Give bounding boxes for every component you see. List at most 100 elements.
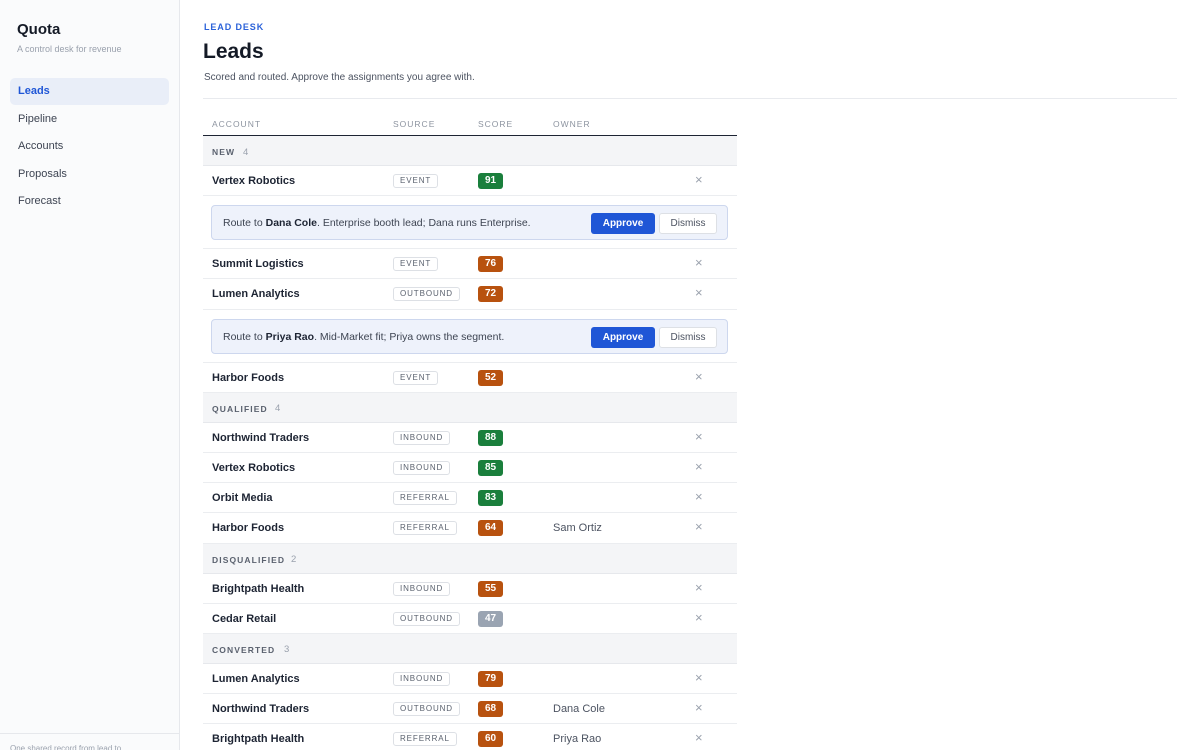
close-icon[interactable]: × <box>695 730 703 745</box>
close-icon[interactable]: × <box>695 670 703 685</box>
sidebar-item-leads[interactable]: Leads <box>10 78 169 105</box>
source-badge: OUTBOUND <box>393 287 460 302</box>
source-badge: OUTBOUND <box>393 611 460 626</box>
routing-suggestion-row: Route to Priya Rao. Mid-Market fit; Priy… <box>203 310 737 363</box>
close-icon[interactable]: × <box>695 489 703 504</box>
column-header-score[interactable]: SCORE <box>478 119 513 129</box>
source-badge: REFERRAL <box>393 491 457 506</box>
sidebar-item-proposals[interactable]: Proposals <box>10 161 169 188</box>
table-row[interactable]: Vertex Robotics EVENT 91 × <box>203 166 737 197</box>
table-row[interactable]: Brightpath Health INBOUND 55 × <box>203 574 737 604</box>
account-name[interactable]: Orbit Media <box>212 492 273 504</box>
group-count: 2 <box>291 554 297 565</box>
source-badge: EVENT <box>393 174 439 188</box>
group-name: CONVERTED <box>212 644 276 655</box>
sidebar-item-accounts[interactable]: Accounts <box>10 133 169 160</box>
close-icon[interactable]: × <box>695 519 703 534</box>
dismiss-button[interactable]: Dismiss <box>659 326 717 348</box>
close-icon[interactable]: × <box>695 285 703 300</box>
suggestion-text: Route to Priya Rao. Mid-Market fit; Priy… <box>223 331 504 343</box>
app-tagline: A control desk for revenue <box>17 44 122 54</box>
close-icon[interactable]: × <box>695 369 703 384</box>
group-count: 4 <box>275 403 281 415</box>
table-row[interactable]: Cedar Retail OUTBOUND 47 × <box>203 604 737 634</box>
group-name: NEW <box>212 147 236 157</box>
table-row[interactable]: Vertex Robotics INBOUND 85 × <box>203 453 737 484</box>
suggested-owner: Dana Cole <box>265 217 317 230</box>
suggestion-text: Route to Dana Cole. Enterprise booth lea… <box>223 217 531 229</box>
table-row[interactable]: Brightpath Health REFERRAL 60 Priya Rao × <box>203 724 737 750</box>
sidebar-nav: Leads Pipeline Accounts Proposals Foreca… <box>10 78 169 216</box>
source-badge: INBOUND <box>393 671 451 686</box>
source-badge: REFERRAL <box>393 732 457 747</box>
suggestion-prefix: Route to <box>223 217 266 230</box>
approve-button[interactable]: Approve <box>591 213 655 235</box>
score-badge: 52 <box>478 369 503 386</box>
account-name[interactable]: Lumen Analytics <box>212 673 300 685</box>
account-name[interactable]: Northwind Traders <box>212 703 309 715</box>
dismiss-button[interactable]: Dismiss <box>659 213 717 235</box>
close-icon[interactable]: × <box>695 580 703 595</box>
score-badge: 83 <box>478 490 503 507</box>
suggestion-reason: . Mid-Market fit; Priya owns the segment… <box>314 330 505 343</box>
routing-suggestion: Route to Dana Cole. Enterprise booth lea… <box>211 205 728 241</box>
sidebar-footer-text: One shared record from lead to <box>0 733 179 750</box>
account-name[interactable]: Northwind Traders <box>212 432 309 444</box>
group-header-qualified: QUALIFIED 4 <box>203 392 737 423</box>
column-header-owner[interactable]: OWNER <box>553 119 591 129</box>
table-row[interactable]: Harbor Foods EVENT 52 × <box>203 363 737 393</box>
source-badge: INBOUND <box>393 581 451 596</box>
sidebar-item-forecast[interactable]: Forecast <box>10 188 169 215</box>
owner-name: Sam Ortiz <box>553 522 602 535</box>
table-row[interactable]: Harbor Foods REFERRAL 64 Sam Ortiz × <box>203 513 737 544</box>
account-name[interactable]: Harbor Foods <box>212 522 284 534</box>
score-badge: 60 <box>478 731 503 748</box>
score-badge: 64 <box>478 520 503 537</box>
sidebar: Quota A control desk for revenue Leads P… <box>0 0 180 750</box>
suggestion-reason: . Enterprise booth lead; Dana runs Enter… <box>316 217 531 230</box>
group-header-disqualified: DISQUALIFIED 2 <box>203 543 737 574</box>
suggestion-prefix: Route to <box>223 330 266 343</box>
close-icon[interactable]: × <box>695 255 703 270</box>
account-name[interactable]: Summit Logistics <box>212 258 304 270</box>
group-name: QUALIFIED <box>212 403 268 414</box>
close-icon[interactable]: × <box>695 700 703 715</box>
column-header-account[interactable]: ACCOUNT <box>212 119 261 129</box>
sidebar-item-pipeline[interactable]: Pipeline <box>10 106 169 133</box>
account-name[interactable]: Vertex Robotics <box>212 462 295 474</box>
group-header-new: NEW 4 <box>203 136 737 166</box>
table-row[interactable]: Lumen Analytics INBOUND 79 × <box>203 664 737 695</box>
close-icon[interactable]: × <box>695 459 703 474</box>
table-row[interactable]: Lumen Analytics OUTBOUND 72 × <box>203 279 737 310</box>
approve-button[interactable]: Approve <box>591 326 655 348</box>
source-badge: REFERRAL <box>393 521 457 536</box>
source-badge: EVENT <box>393 257 439 272</box>
table-row[interactable]: Orbit Media REFERRAL 83 × <box>203 483 737 514</box>
source-badge: INBOUND <box>393 430 451 445</box>
score-badge: 79 <box>478 670 503 687</box>
page-title: Leads <box>203 40 264 63</box>
account-name[interactable]: Brightpath Health <box>212 733 304 745</box>
table-row[interactable]: Northwind Traders OUTBOUND 68 Dana Cole × <box>203 694 737 725</box>
account-name[interactable]: Brightpath Health <box>212 583 304 595</box>
score-badge: 72 <box>478 286 503 303</box>
close-icon[interactable]: × <box>695 172 703 187</box>
table-row[interactable]: Northwind Traders INBOUND 88 × <box>203 423 737 453</box>
page-eyebrow: LEAD DESK <box>204 22 265 32</box>
score-badge: 55 <box>478 580 503 597</box>
table-header: ACCOUNT SOURCE SCORE OWNER <box>203 110 737 136</box>
account-name[interactable]: Vertex Robotics <box>212 175 295 187</box>
group-count: 4 <box>243 146 249 158</box>
suggested-owner: Priya Rao <box>265 330 315 343</box>
group-count: 3 <box>284 644 290 656</box>
close-icon[interactable]: × <box>695 429 703 444</box>
score-badge: 91 <box>478 173 503 189</box>
column-header-source[interactable]: SOURCE <box>393 119 435 129</box>
account-name[interactable]: Harbor Foods <box>212 372 284 384</box>
app-name: Quota <box>17 21 61 38</box>
account-name[interactable]: Cedar Retail <box>212 613 276 625</box>
table-row[interactable]: Summit Logistics EVENT 76 × <box>203 249 737 280</box>
score-badge: 47 <box>478 610 503 627</box>
account-name[interactable]: Lumen Analytics <box>212 288 300 300</box>
close-icon[interactable]: × <box>695 610 703 625</box>
